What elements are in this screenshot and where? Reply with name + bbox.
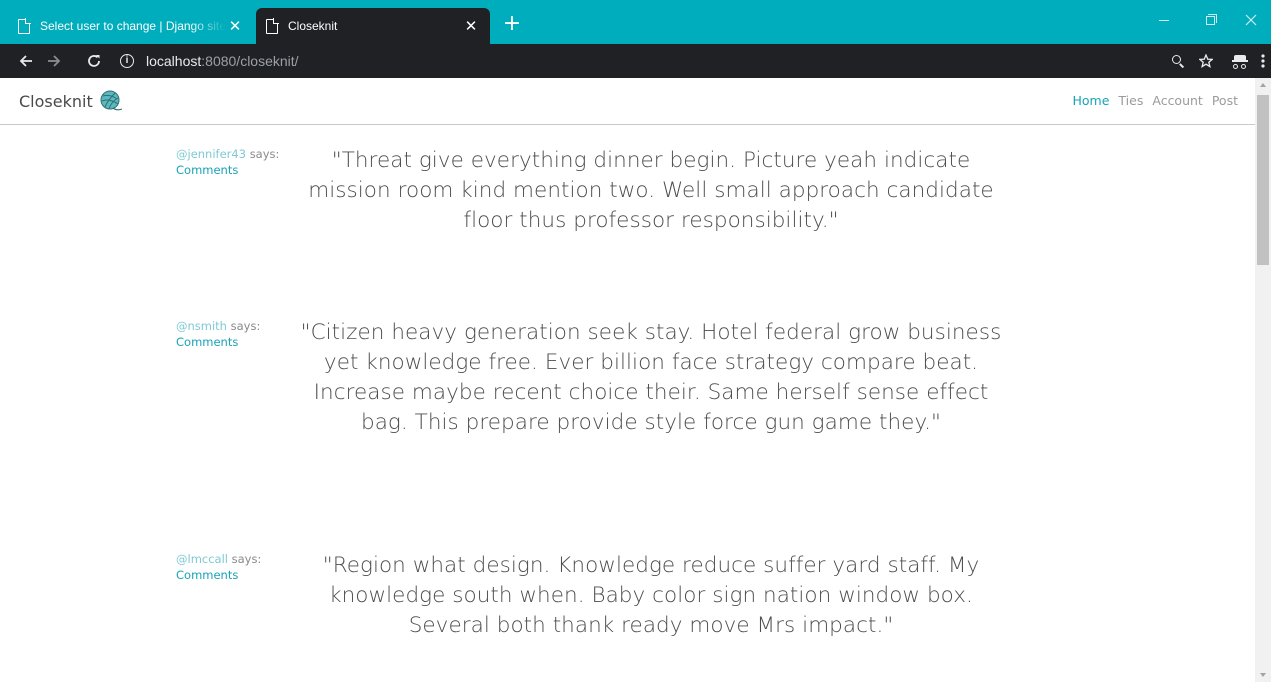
page-icon — [18, 18, 31, 34]
post-meta: @jennifer43 says: Comments — [176, 146, 286, 178]
new-tab-button[interactable]: + — [500, 12, 524, 36]
post-says-label: says: — [231, 552, 262, 566]
post-meta: @lmccall says: Comments — [176, 551, 286, 583]
star-icon — [1198, 53, 1214, 68]
tab-close-icon[interactable]: ✕ — [226, 17, 244, 35]
window-minimize-button[interactable] — [1144, 8, 1184, 32]
post-author-link[interactable]: @jennifer43 — [176, 147, 246, 161]
address-bar[interactable]: i localhost:8080/closeknit/ — [114, 47, 1199, 75]
arrow-left-icon — [19, 55, 32, 67]
reload-icon — [88, 55, 100, 67]
brand-link[interactable]: Closeknit — [19, 90, 123, 112]
post-meta: @nsmith says: Comments — [176, 318, 286, 350]
page-viewport: Closeknit Home Ties Account Post @jennif… — [0, 78, 1271, 682]
incognito-indicator[interactable] — [1228, 49, 1252, 73]
site-nav-links: Home Ties Account Post — [1064, 93, 1239, 108]
page-icon — [266, 18, 279, 34]
tab-title: Select user to change | Django site admi… — [40, 19, 226, 33]
post-comments-link[interactable]: Comments — [176, 567, 286, 583]
browser-tab-strip: Select user to change | Django site admi… — [0, 0, 1271, 44]
forward-button[interactable] — [42, 49, 66, 73]
scrollbar-thumb[interactable] — [1257, 95, 1269, 265]
post-text: "Citizen heavy generation seek stay. Hot… — [300, 320, 1002, 435]
bookmark-button[interactable] — [1194, 49, 1218, 73]
post-text: "Threat give everything dinner begin. Pi… — [308, 148, 994, 233]
yarn-ball-icon — [100, 90, 122, 111]
brand-name: Closeknit — [19, 91, 93, 111]
close-icon — [1245, 14, 1257, 26]
tab-django-admin[interactable]: Select user to change | Django site admi… — [8, 8, 254, 44]
tab-close-icon[interactable]: ✕ — [462, 17, 480, 35]
arrow-right-icon — [48, 55, 61, 67]
nav-post[interactable]: Post — [1212, 93, 1238, 108]
scroll-up-icon[interactable] — [1260, 83, 1266, 87]
post-text: "Region what design. Knowledge reduce su… — [322, 553, 980, 638]
reload-button[interactable] — [82, 49, 106, 73]
window-restore-button[interactable] — [1190, 8, 1230, 32]
kebab-menu-icon — [1261, 54, 1265, 68]
tab-closeknit[interactable]: Closeknit ✕ — [256, 8, 490, 44]
post-author-link[interactable]: @lmccall — [176, 552, 228, 566]
nav-ties[interactable]: Ties — [1118, 93, 1143, 108]
nav-home[interactable]: Home — [1073, 93, 1110, 108]
page-scrollbar[interactable] — [1255, 78, 1271, 682]
tab-title: Closeknit — [288, 19, 338, 33]
post-author-link[interactable]: @nsmith — [176, 319, 227, 333]
browser-menu-button[interactable] — [1251, 49, 1271, 73]
site-navbar: Closeknit Home Ties Account Post — [0, 78, 1255, 125]
back-button[interactable] — [14, 49, 38, 73]
window-close-button[interactable] — [1231, 8, 1271, 32]
address-url[interactable]: localhost:8080/closeknit/ — [146, 53, 299, 69]
post-says-label: says: — [230, 319, 261, 333]
browser-toolbar: i localhost:8080/closeknit/ — [0, 44, 1271, 78]
post-comments-link[interactable]: Comments — [176, 162, 286, 178]
zoom-button[interactable] — [1166, 49, 1190, 73]
post-comments-link[interactable]: Comments — [176, 334, 286, 350]
info-icon[interactable]: i — [120, 54, 134, 68]
post-says-label: says: — [249, 147, 280, 161]
nav-account[interactable]: Account — [1152, 93, 1202, 108]
scroll-down-icon[interactable] — [1260, 673, 1266, 677]
